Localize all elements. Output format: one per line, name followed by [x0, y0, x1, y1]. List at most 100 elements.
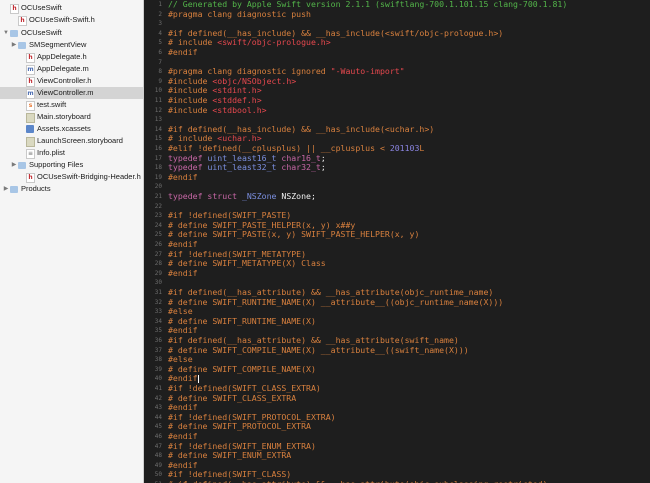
code-line[interactable]: typedef struct _NSZone NSZone;	[168, 191, 316, 202]
code-line[interactable]: #pragma clang diagnostic push	[168, 9, 311, 20]
code-token: # define SWIFT_ENUM_EXTRA	[168, 450, 292, 461]
code-token: #elif !defined(__cplusplus) || __cpluspl…	[168, 143, 390, 153]
code-token: #endif	[168, 402, 198, 413]
navigator-item[interactable]: ▶ Supporting Files	[0, 159, 143, 171]
navigator-item-label: LaunchScreen.storyboard	[37, 136, 123, 145]
line-number: 1	[158, 1, 162, 8]
navigator-item-label: OCUseSwift	[21, 3, 62, 12]
line-number: 21	[154, 193, 162, 200]
line-number: 8	[158, 68, 162, 76]
project-navigator: h OCUseSwift h OCUseSwift-Swift.h ▼ OCUseSwif…	[0, 0, 144, 483]
line-number: 15	[154, 135, 162, 143]
navigator-item[interactable]: Assets.xcassets	[0, 123, 143, 135]
code-token: #endif	[168, 325, 198, 336]
navigator-item[interactable]: h OCUseSwift-Swift.h	[0, 14, 143, 26]
code-line[interactable]: #endif	[168, 172, 198, 183]
disclosure-collapsed-icon[interactable]: ▶	[11, 39, 17, 51]
navigator-item-label: OCUseSwift	[21, 28, 62, 37]
line-number: 18	[154, 164, 162, 172]
code-token: #if !defined(SWIFT_ENUM_EXTRA)	[168, 440, 316, 451]
code-line[interactable]: #endif	[168, 268, 198, 279]
line-number: 35	[154, 327, 162, 335]
source-editor[interactable]: 1 2 3 4 5 6 7 8 9 10 11 12 13 14 15 16 17 18 19 20 21 22 23 24 2…	[144, 0, 650, 483]
line-number: 32	[154, 298, 162, 306]
line-number: 23	[154, 212, 162, 220]
code-token: ;	[320, 162, 326, 173]
line-number: 29	[154, 269, 162, 277]
code-token: # define SWIFT_PROTOCOL_EXTRA	[168, 421, 311, 432]
code-line[interactable]: #endif	[168, 47, 198, 58]
code-token: <stdint.h>	[212, 85, 262, 96]
disclosure-expanded-icon[interactable]: ▼	[3, 27, 9, 39]
code-token: 201103	[389, 143, 420, 153]
navigator-item-label: test.swift	[37, 100, 67, 109]
line-number: 46	[154, 433, 162, 440]
code-token: #if !defined(SWIFT_CLASS)	[168, 469, 292, 480]
navigator-item[interactable]: ≡ Info.plist	[0, 147, 143, 159]
code-token: #if defined(__has_include) && __has_incl…	[168, 27, 504, 38]
line-number: 38	[154, 356, 162, 364]
line-number: 5	[158, 39, 162, 47]
line-number: 11	[154, 97, 162, 104]
code-token: char32_t	[281, 162, 321, 173]
code-line[interactable]: #include <stdbool.h>	[168, 104, 267, 116]
navigator-item[interactable]: LaunchScreen.storyboard	[0, 135, 143, 147]
code-token: # define SWIFT_METATYPE(X) Class	[168, 258, 326, 269]
line-number: 14	[154, 125, 162, 133]
code-token: # define SWIFT_RUNTIME_NAME(X)	[168, 315, 316, 326]
line-number: 19	[154, 173, 162, 181]
navigator-item[interactable]: h ViewController.h	[0, 75, 143, 87]
line-number: 37	[154, 346, 162, 354]
code-line[interactable]: # define SWIFT_COMPILE_NAME(X) __attribu…	[168, 345, 469, 356]
line-number: 13	[154, 116, 162, 124]
code-token: L	[419, 143, 425, 153]
code-line[interactable]: # define SWIFT_PASTE(x, y) SWIFT_PASTE_H…	[168, 230, 419, 240]
disclosure-collapsed-icon[interactable]: ▶	[3, 183, 9, 195]
code-token: typedef	[168, 152, 208, 163]
navigator-item[interactable]: Main.storyboard	[0, 111, 143, 123]
line-number: 47	[154, 442, 162, 450]
objc-file-icon: m	[26, 65, 35, 75]
navigator-item-label: AppDelegate.m	[37, 64, 89, 73]
navigator-item[interactable]: ▶ Products	[0, 183, 143, 195]
code-token: <stdbool.h>	[212, 104, 267, 115]
navigator-item-label: OCUseSwift-Swift.h	[29, 15, 95, 24]
code-token: ;	[320, 152, 326, 163]
line-number: 40	[154, 375, 162, 383]
navigator-item[interactable]: m AppDelegate.m	[0, 63, 143, 75]
navigator-item-label: AppDelegate.h	[37, 52, 87, 61]
code-token: #if !defined(SWIFT_PASTE)	[168, 210, 292, 221]
line-number: 25	[154, 231, 162, 239]
code-token: # define SWIFT_PASTE(x, y) SWIFT_PASTE_H…	[168, 229, 420, 240]
navigator-item[interactable]: h OCUseSwift-Bridging-Header.h	[0, 171, 143, 183]
code-token: #if defined(__has_include) && __has_incl…	[168, 123, 435, 134]
code-token: # define SWIFT_PASTE_HELPER(x, y) x##y	[168, 219, 356, 230]
line-number: 6	[158, 49, 162, 56]
storyboard-icon	[26, 113, 35, 123]
line-number: 31	[154, 289, 162, 296]
code-token: # define SWIFT_RUNTIME_NAME(X) __attribu…	[168, 296, 504, 307]
navigator-item[interactable]: s test.swift	[0, 99, 143, 111]
code-token: #endif	[168, 373, 198, 384]
navigator-item[interactable]: h AppDelegate.h	[0, 51, 143, 63]
navigator-item-label: Assets.xcassets	[37, 124, 91, 133]
navigator-item[interactable]: m ViewController.m	[0, 87, 143, 99]
navigator-item-label: Info.plist	[37, 148, 65, 157]
line-number: 4	[158, 29, 162, 37]
navigator-item[interactable]: ▶ SMSegmentView	[0, 39, 143, 51]
navigator-item-label: ViewController.m	[37, 88, 94, 97]
code-token: <uchar.h>	[217, 133, 262, 144]
navigator-item-label: Supporting Files	[29, 160, 84, 169]
navigator-item-label: ViewController.h	[37, 76, 92, 85]
navigator-item[interactable]: h OCUseSwift	[0, 2, 143, 14]
line-number: 20	[154, 183, 162, 191]
navigator-item[interactable]: ▼ OCUseSwift	[0, 27, 143, 39]
code-token: typedef	[168, 162, 208, 173]
storyboard-icon	[26, 137, 35, 147]
code-token: uint_least32_t	[207, 162, 282, 173]
line-number: 24	[154, 221, 162, 229]
code-line[interactable]: # define SWIFT_RUNTIME_NAME(X) __attribu…	[168, 296, 504, 308]
code-token: _NSZone	[241, 191, 282, 201]
disclosure-collapsed-icon[interactable]: ▶	[11, 159, 17, 171]
code-token: #endif	[168, 431, 198, 441]
